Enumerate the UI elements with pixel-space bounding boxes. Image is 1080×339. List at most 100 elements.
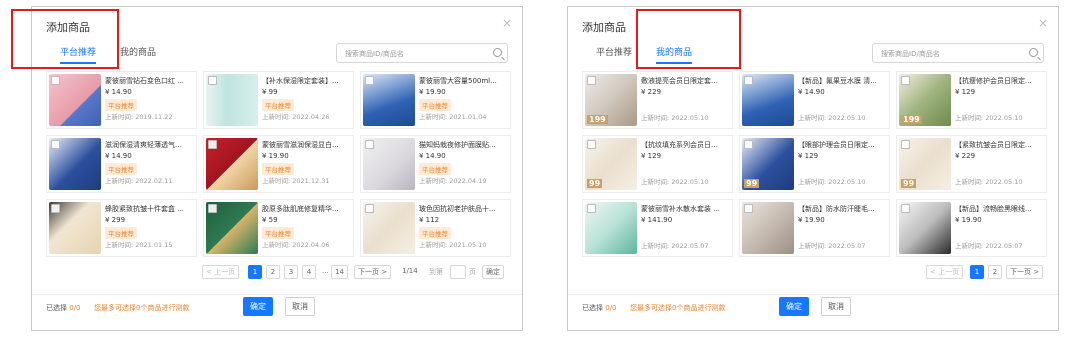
- page-1-button[interactable]: 1: [970, 265, 984, 279]
- product-date: 上新时间: 2022.05.10: [955, 114, 1023, 122]
- prev-page-button[interactable]: < 上一页: [202, 265, 240, 279]
- product-checkbox[interactable]: [208, 204, 217, 213]
- product-date: 上新时间: 2019.11.22: [105, 113, 173, 121]
- product-checkbox[interactable]: [901, 204, 910, 213]
- page-3-button[interactable]: 3: [284, 265, 298, 279]
- cancel-button[interactable]: 取消: [285, 297, 315, 316]
- highlight-box: [11, 9, 119, 69]
- product-date: 上新时间: 2021.01.04: [419, 113, 487, 121]
- product-checkbox[interactable]: [744, 76, 753, 85]
- product-card[interactable]: 【新品】氟果豆水膜 清... ¥ 14.90 上新时间: 2022.05.10: [739, 71, 890, 129]
- product-price: ¥ 129: [641, 152, 662, 160]
- product-name: 蜂胶紧致抗皱十件套盒 ...: [105, 205, 184, 213]
- product-checkbox[interactable]: [51, 204, 60, 213]
- selected-count-value: 0/0: [69, 304, 81, 312]
- product-name: 猫知蚂栽夜修护面膜贴...: [419, 141, 496, 149]
- product-checkbox[interactable]: [744, 140, 753, 149]
- prev-page-button[interactable]: < 上一页: [926, 265, 964, 279]
- product-checkbox[interactable]: [365, 204, 374, 213]
- product-name: 蒙彼丽雪大容量500ml...: [419, 77, 497, 85]
- product-checkbox[interactable]: [208, 76, 217, 85]
- product-checkbox[interactable]: [901, 140, 910, 149]
- page-2-button[interactable]: 2: [266, 265, 280, 279]
- page-2-button[interactable]: 2: [988, 265, 1002, 279]
- recommend-tag: 平台推荐: [262, 163, 294, 175]
- pagination: < 上一页 1 2 下一页 >: [568, 265, 1060, 279]
- product-card[interactable]: 99 【紧致抗皱会员日限定... ¥ 229 上新时间: 2022.05.10: [896, 135, 1047, 193]
- search-input[interactable]: 搜索商品ID/商品名: [336, 43, 508, 63]
- product-price: ¥ 19.90: [419, 88, 446, 96]
- recommend-tag: 平台推荐: [419, 99, 451, 111]
- recommend-tag: 平台推荐: [419, 163, 451, 175]
- selected-label: 已选择: [582, 304, 603, 312]
- product-card[interactable]: 【新品】防水防汗睫毛... ¥ 19.90 上新时间: 2022.05.07: [739, 199, 890, 257]
- product-card[interactable]: 99 【眼部护理会员日限定... ¥ 129 上新时间: 2022.05.10: [739, 135, 890, 193]
- product-date: 上新时间: 2022.05.07: [798, 242, 866, 250]
- product-price: ¥ 19.90: [798, 216, 825, 224]
- selection-hint: 您最多可选择0个商品进行测款: [94, 304, 190, 312]
- goto-confirm-button[interactable]: 确定: [482, 265, 504, 279]
- next-page-button[interactable]: 下一页 >: [1006, 265, 1044, 279]
- product-date: 上新时间: 2022.04.06: [262, 241, 330, 249]
- page-total: 1/14: [402, 267, 418, 275]
- tab-platform-recommend[interactable]: 平台推荐: [596, 45, 632, 62]
- page-4-button[interactable]: 4: [302, 265, 316, 279]
- selected-count-value: 0/0: [605, 304, 617, 312]
- product-checkbox[interactable]: [208, 140, 217, 149]
- product-checkbox[interactable]: [587, 140, 596, 149]
- search-icon[interactable]: [1029, 48, 1038, 57]
- page-unit-label: 页: [469, 268, 476, 276]
- close-icon[interactable]: ×: [502, 16, 512, 30]
- product-card[interactable]: 99 【抗纹填充系列会员日... ¥ 129 上新时间: 2022.05.10: [582, 135, 733, 193]
- close-icon[interactable]: ×: [1038, 16, 1048, 30]
- product-card[interactable]: 蜂胶紧致抗皱十件套盒 ... ¥ 299 平台推荐 上新时间: 2021.01.15: [46, 199, 197, 257]
- product-checkbox[interactable]: [365, 140, 374, 149]
- product-price: ¥ 299: [105, 216, 126, 224]
- product-card[interactable]: 【补水保湿限定套装】... ¥ 99 平台推荐 上新时间: 2022.04.26: [203, 71, 354, 129]
- product-card[interactable]: 胶原多肽肌底修复精华... ¥ 59 平台推荐 上新时间: 2022.04.06: [203, 199, 354, 257]
- product-name: 蒙彼丽雪钻石变色口红 ...: [105, 77, 184, 85]
- recommend-tag: 平台推荐: [105, 227, 137, 239]
- footer-divider: [32, 294, 522, 295]
- price-badge: 99: [587, 179, 603, 188]
- confirm-button[interactable]: 确定: [779, 297, 809, 316]
- product-card[interactable]: 199 【抗瘦修护会员日限定... ¥ 129 上新时间: 2022.05.10: [896, 71, 1047, 129]
- product-checkbox[interactable]: [744, 204, 753, 213]
- page-14-button[interactable]: 14: [331, 265, 348, 279]
- product-name: 胶原多肽肌底修复精华...: [262, 205, 339, 213]
- product-checkbox[interactable]: [51, 76, 60, 85]
- product-card[interactable]: 猫知蚂栽夜修护面膜贴... ¥ 14.90 平台推荐 上新时间: 2022.04.19: [360, 135, 511, 193]
- product-card[interactable]: 蒙彼丽雪大容量500ml... ¥ 19.90 平台推荐上新时间: 2021.01.…: [360, 71, 511, 129]
- selection-hint: 您最多可选择0个商品进行测款: [630, 304, 726, 312]
- product-price: ¥ 19.90: [262, 152, 289, 160]
- product-price: ¥ 229: [641, 88, 662, 96]
- selected-count: 已选择 0/0: [582, 303, 617, 313]
- cancel-button[interactable]: 取消: [821, 297, 851, 316]
- product-checkbox[interactable]: [51, 140, 60, 149]
- product-price: ¥ 99: [262, 88, 278, 96]
- product-checkbox[interactable]: [901, 76, 910, 85]
- product-card[interactable]: 蒙彼丽雪钻石变色口红 ... ¥ 14.90 平台推荐 上新时间: 2019.11.2…: [46, 71, 197, 129]
- product-card[interactable]: 滋润保湿清爽轻薄透气... ¥ 14.90 平台推荐 上新时间: 2022.02.11: [46, 135, 197, 193]
- goto-page-input[interactable]: [450, 265, 466, 279]
- recommend-tag: 平台推荐: [105, 99, 137, 111]
- product-card[interactable]: 【新品】流畅脸黑眼线... ¥ 19.90 上新时间: 2022.05.07: [896, 199, 1047, 257]
- search-input[interactable]: 搜索商品ID/商品名: [872, 43, 1044, 63]
- product-card[interactable]: 玻色因抗初老护肤品十... ¥ 112 平台推荐 上新时间: 2021.05.10: [360, 199, 511, 257]
- product-card[interactable]: 蒙彼丽雪滋润保湿显白... ¥ 19.90 平台推荐 上新时间: 2021.12.31: [203, 135, 354, 193]
- price-badge: 99: [744, 179, 760, 188]
- confirm-button[interactable]: 确定: [243, 297, 273, 316]
- product-checkbox[interactable]: [587, 204, 596, 213]
- product-checkbox[interactable]: [587, 76, 596, 85]
- product-price: ¥ 59: [262, 216, 278, 224]
- product-card[interactable]: 蒙彼丽雪补水散水套装 ... ¥ 141.90 上新时间: 2022.05.07: [582, 199, 733, 257]
- search-icon[interactable]: [493, 48, 502, 57]
- next-page-button[interactable]: 下一页 >: [354, 265, 392, 279]
- page-1-button[interactable]: 1: [248, 265, 262, 279]
- product-card[interactable]: 199 敷液提亮会员日限定套... ¥ 229 上新时间: 2022.05.10: [582, 71, 733, 129]
- product-price: ¥ 14.90: [419, 152, 446, 160]
- product-name: 玻色因抗初老护肤品十...: [419, 205, 496, 213]
- product-price: ¥ 141.90: [641, 216, 673, 224]
- tab-my-products[interactable]: 我的商品: [120, 45, 156, 62]
- product-checkbox[interactable]: [365, 76, 374, 85]
